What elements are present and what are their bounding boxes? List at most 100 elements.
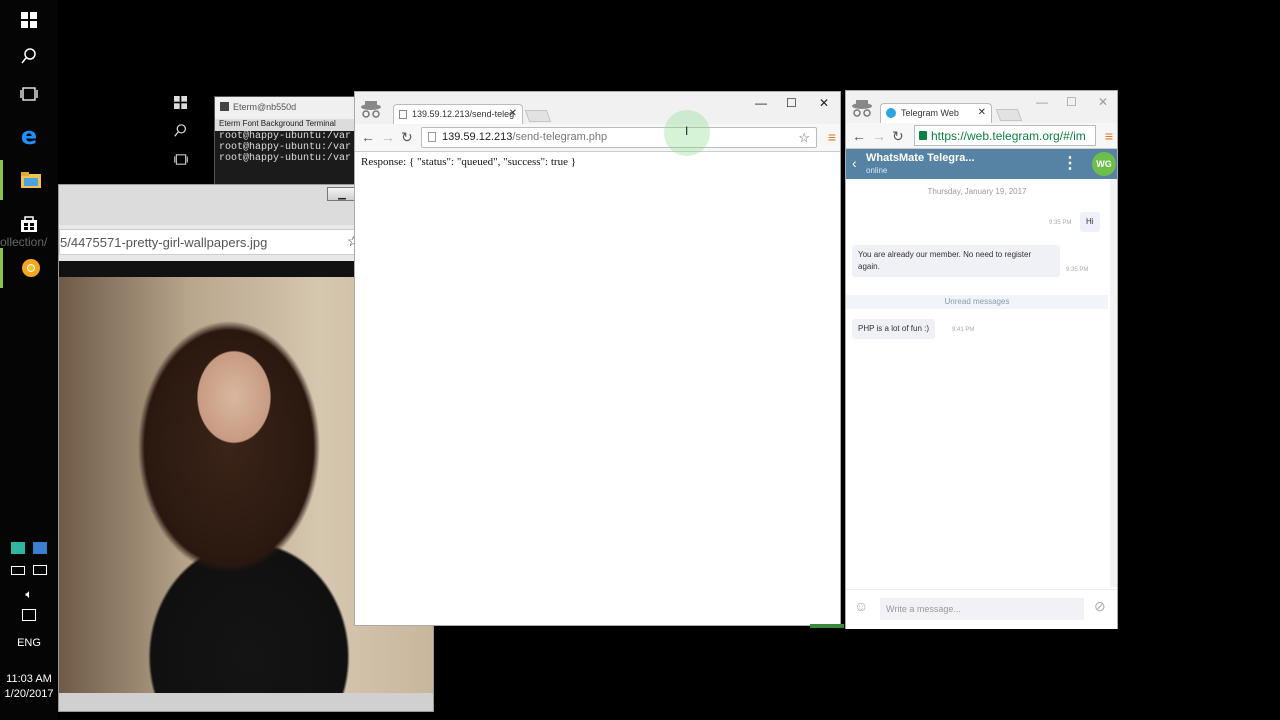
new-tab-button[interactable] (524, 110, 552, 122)
terminal-line: root@happy-ubuntu:/var (219, 131, 352, 142)
windows-logo-icon (21, 12, 37, 28)
terminal-line: root@happy-ubuntu:/var (219, 142, 352, 153)
message-time: 9:41 PM (952, 327, 975, 333)
background-url-fragment: ollection/ (0, 235, 48, 249)
minimize-button[interactable]: — (1036, 95, 1048, 109)
emoji-icon[interactable]: ☺ (854, 598, 868, 614)
inner-task-view-icon[interactable] (174, 152, 188, 168)
tab-strip: 139.59.12.213/send-teleg ✕ — ☐ ✕ (355, 92, 840, 124)
clock-date: 1/20/2017 (4, 688, 54, 700)
volume-icon[interactable]: 🔈︎ (0, 587, 58, 602)
forward-arrow-icon[interactable]: → (381, 129, 395, 145)
chrome-app-button[interactable] (0, 248, 58, 288)
network-icon[interactable] (32, 565, 47, 575)
background-window-edge (810, 624, 844, 628)
message-time: 9:35 PM (1049, 220, 1072, 226)
notification-icon (22, 609, 36, 621)
chrome-canary-icon (21, 259, 40, 277)
back-arrow-icon[interactable]: ← (852, 128, 866, 144)
reload-icon[interactable]: ↻ (401, 129, 413, 146)
maximize-icon: ☐ (786, 96, 797, 110)
tab-send-telegram[interactable]: 139.59.12.213/send-teleg ✕ (393, 104, 523, 124)
close-icon: ✕ (819, 96, 830, 110)
bookmark-star-icon[interactable]: ☆ (798, 130, 810, 146)
terminal-window[interactable]: Eterm@nb550d Eterm Font Background Termi… (214, 96, 356, 186)
close-icon: ✕ (1098, 95, 1109, 109)
maximize-icon: ☐ (1066, 95, 1077, 109)
minimize-icon: — (755, 96, 767, 110)
close-button[interactable]: ✕ (819, 96, 829, 110)
compose-area: ☺ Write a message... ⊘ (846, 589, 1117, 629)
text-cursor-icon: I (685, 124, 689, 138)
minimize-button[interactable]: ▁ (327, 187, 357, 201)
maximize-button[interactable]: ☐ (786, 96, 797, 110)
inner-windows-logo-icon[interactable] (174, 96, 187, 112)
new-tab-button[interactable] (995, 109, 1023, 121)
back-chevron-icon[interactable]: ‹ (852, 155, 857, 171)
maximize-button[interactable]: ☐ (1066, 95, 1077, 109)
message-list: Thursday, January 19, 2017 9:35 PM Hi Yo… (846, 179, 1110, 587)
search-button[interactable] (0, 36, 58, 76)
address-bar[interactable]: https://web.telegram.org/#/im (914, 125, 1096, 146)
image-address-bar[interactable]: 5/4475571-pretty-girl-wallpapers.jpg (59, 229, 375, 255)
chat-status: online (866, 166, 888, 175)
inner-search-icon[interactable] (174, 124, 187, 140)
tray-icons-row-1 (0, 542, 58, 557)
windows-taskbar: e 🔈︎ ENG 11:03 AM 1/20/2017 (0, 0, 58, 720)
chat-header[interactable]: ‹ WhatsMate Telegra... online ⋮ WG (846, 149, 1117, 179)
message-bubble-incoming[interactable]: You are already our member. No need to r… (852, 245, 1060, 277)
tray-network-app-icon[interactable] (32, 542, 47, 554)
store-bag-icon (21, 216, 37, 232)
edge-app-button[interactable]: e (0, 116, 58, 156)
tray-icons-row-2 (0, 565, 58, 578)
minimize-button[interactable]: — (755, 96, 767, 110)
tab-close-icon[interactable]: ✕ (509, 108, 517, 119)
reload-icon[interactable]: ↻ (892, 128, 904, 145)
scrollbar[interactable] (1110, 179, 1117, 587)
tab-strip: Telegram Web ✕ — ☐ ✕ (846, 91, 1117, 123)
message-time: 9:35 PM (1066, 267, 1089, 273)
action-center-icon[interactable] (0, 609, 58, 624)
tray-app-icon[interactable] (11, 542, 26, 554)
hamburger-menu-icon[interactable]: ≡ (1105, 128, 1113, 144)
terminal-titlebar[interactable]: Eterm@nb550d (215, 97, 355, 119)
toolbar: ← → ↻ 139.59.12.213/send-telegram.php ☆ … (355, 124, 840, 152)
chrome-window-send-telegram[interactable]: 139.59.12.213/send-teleg ✕ — ☐ ✕ ← → ↻ 1… (354, 91, 841, 626)
tab-telegram-web[interactable]: Telegram Web ✕ (880, 103, 992, 123)
date-separator: Thursday, January 19, 2017 (927, 187, 1027, 196)
close-button[interactable]: ✕ (1098, 95, 1108, 109)
lock-icon (919, 131, 927, 140)
address-bar[interactable]: 139.59.12.213/send-telegram.php ☆ (421, 127, 817, 148)
tab-close-icon[interactable]: ✕ (978, 107, 986, 118)
language-indicator[interactable]: ENG (0, 637, 58, 649)
tab-title: Telegram Web (901, 108, 959, 118)
back-arrow-icon[interactable]: ← (361, 129, 375, 145)
hamburger-menu-icon[interactable]: ≡ (828, 129, 836, 145)
task-view-button[interactable] (0, 74, 58, 114)
chat-name[interactable]: WhatsMate Telegra... (866, 152, 975, 164)
unread-messages-separator: Unread messages (846, 295, 1108, 309)
edge-icon: e (20, 122, 38, 150)
message-bubble-outgoing[interactable]: Hi (1080, 212, 1100, 232)
terminal-title: Eterm@nb550d (233, 102, 297, 112)
telegram-web-window[interactable]: Telegram Web ✕ — ☐ ✕ ← → ↻ https://web.t… (845, 90, 1118, 629)
message-bubble-incoming[interactable]: PHP is a lot of fun :) (852, 319, 935, 339)
toolbar: ← → ↻ https://web.telegram.org/#/im ≡ (846, 123, 1117, 149)
terminal-icon (220, 102, 229, 111)
url-path: /send-telegram.php (512, 131, 608, 143)
forward-arrow-icon[interactable]: → (872, 128, 886, 144)
terminal-menu[interactable]: Eterm Font Background Terminal (215, 119, 355, 131)
file-explorer-button[interactable] (0, 160, 58, 200)
incognito-icon (852, 100, 872, 117)
clock[interactable]: 11:03 AM 1/20/2017 (0, 673, 58, 700)
attach-paperclip-icon[interactable]: ⊘ (1094, 598, 1106, 615)
telegram-logo-icon (886, 108, 896, 118)
message-input[interactable]: Write a message... (880, 598, 1084, 620)
minimize-icon: ▁ (338, 188, 346, 200)
start-button[interactable] (0, 0, 58, 40)
avatar[interactable]: WG (1092, 152, 1116, 176)
more-options-icon[interactable]: ⋮ (1062, 153, 1078, 173)
url-host: 139.59.12.213 (442, 131, 513, 143)
incognito-icon (361, 101, 381, 118)
battery-icon[interactable] (11, 566, 26, 575)
